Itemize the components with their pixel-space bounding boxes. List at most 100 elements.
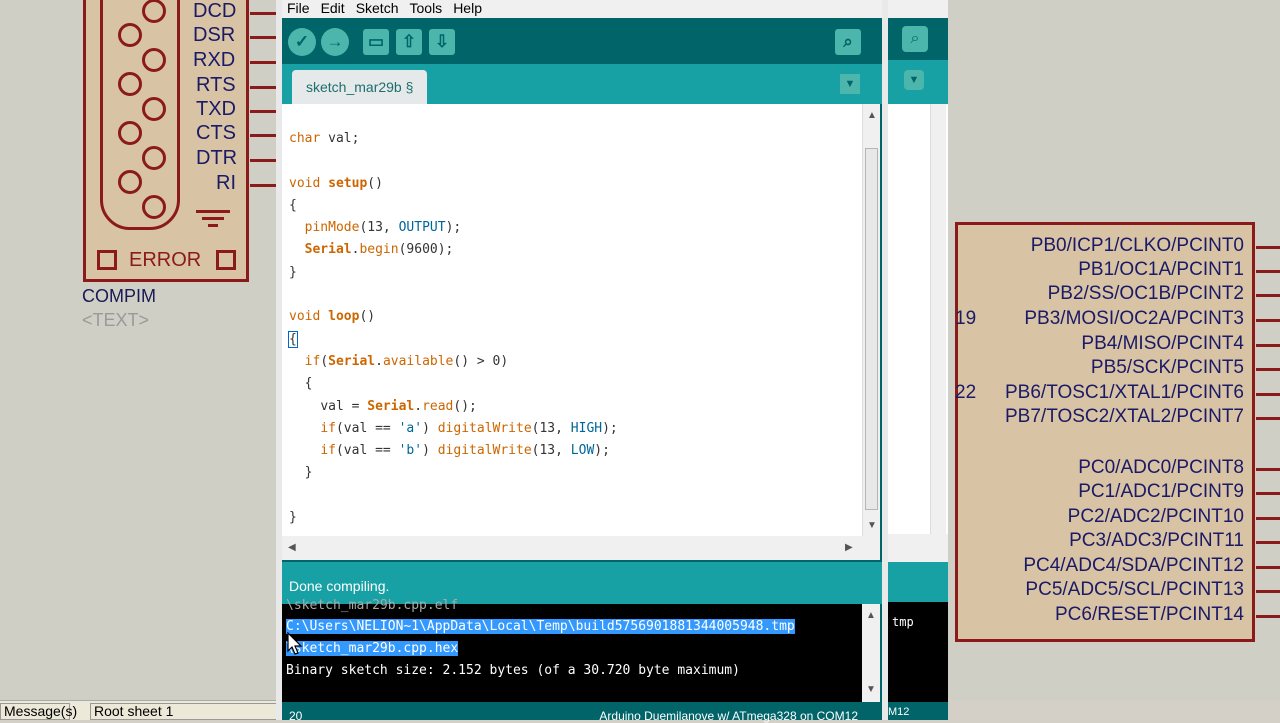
console-line: Binary sketch size: 2.152 bytes (of a 30… bbox=[286, 663, 740, 678]
scroll-left-icon[interactable]: ◀ bbox=[288, 542, 296, 553]
mcu-pin-label: PB7/TOSC2/XTAL2/PCINT7 bbox=[1005, 406, 1244, 427]
mcu-pin-label: PC3/ADC3/PCINT11 bbox=[1069, 530, 1244, 551]
scrollbar-thumb[interactable] bbox=[865, 148, 878, 510]
code-token: (13, bbox=[531, 443, 571, 459]
open-icon[interactable]: ⇧ bbox=[396, 29, 422, 55]
serial-monitor-icon[interactable]: ⌕ bbox=[835, 29, 861, 55]
signal-label: CTS bbox=[196, 122, 236, 144]
scroll-up-icon[interactable]: ▲ bbox=[867, 110, 877, 121]
code-editor[interactable]: char val; void setup() { pinMode(13, OUT… bbox=[282, 104, 862, 536]
code-token: 'b' bbox=[398, 443, 423, 459]
wire bbox=[1256, 590, 1280, 593]
component-text-placeholder: <TEXT> bbox=[82, 310, 150, 330]
code-token: Serial bbox=[304, 242, 352, 258]
save-icon[interactable]: ⇩ bbox=[429, 29, 455, 55]
code-token: pinMode bbox=[304, 220, 360, 236]
pin-circle bbox=[142, 48, 166, 72]
line-number: 20 bbox=[289, 709, 303, 723]
editor-vertical-scrollbar[interactable]: ▲ ▼ bbox=[862, 104, 880, 536]
serial-monitor-icon[interactable]: ⌕ bbox=[902, 26, 928, 52]
upload-icon[interactable]: → bbox=[321, 28, 349, 56]
background-arduino-window[interactable]: ⌕ ▼ tmp M12 bbox=[888, 0, 948, 720]
wire bbox=[1256, 517, 1280, 520]
menu-bar: File Edit Sketch Tools Help bbox=[282, 0, 882, 18]
code-token: Serial bbox=[328, 353, 376, 369]
mcu-pin-label: PB5/SCK/PCINT5 bbox=[1090, 357, 1244, 378]
menu-tools[interactable]: Tools bbox=[410, 0, 443, 16]
wire bbox=[1256, 615, 1280, 618]
scroll-down-icon[interactable]: ▼ bbox=[866, 684, 876, 695]
console-scrollbar[interactable]: ▲ ▼ bbox=[862, 604, 880, 702]
mouse-cursor-icon bbox=[287, 632, 303, 655]
console-line-selected[interactable]: \sketch_mar29b.cpp.hex bbox=[286, 641, 459, 656]
sheet-cell[interactable]: Root sheet 1 bbox=[90, 703, 280, 720]
bg-horizontal-scrollbar[interactable] bbox=[888, 534, 948, 562]
code-token: digitalWrite bbox=[437, 420, 532, 436]
code-token: setup bbox=[328, 175, 368, 191]
component-name: COMPIM bbox=[82, 286, 156, 306]
code-token: digitalWrite bbox=[437, 443, 532, 459]
messages-cell[interactable]: Message(s) bbox=[0, 703, 77, 720]
console-line: \sketch_mar29b.cpp.elf bbox=[286, 598, 459, 613]
scroll-right-icon[interactable]: ▶ bbox=[845, 542, 853, 553]
tab-sketch[interactable]: sketch_mar29b § bbox=[292, 70, 428, 104]
toolbar: ✓ → ▭ ⇧ ⇩ ⌕ bbox=[282, 18, 882, 64]
code-token: } bbox=[289, 264, 297, 280]
console-output[interactable]: \sketch_mar29b.cpp.elf C:\Users\NELION~1… bbox=[282, 598, 862, 702]
error-square-icon bbox=[97, 250, 117, 270]
pin-circle bbox=[118, 23, 142, 47]
code-token: } bbox=[289, 510, 297, 526]
code-token: available bbox=[382, 353, 454, 369]
console-line-selected[interactable]: C:\Users\NELION~1\AppData\Local\Temp\bui… bbox=[286, 619, 795, 634]
bg-console-text: tmp bbox=[892, 615, 914, 629]
code-token: (val == bbox=[335, 420, 399, 436]
tab-menu-icon[interactable]: ▼ bbox=[904, 70, 924, 90]
pin-circle bbox=[142, 195, 166, 219]
code-token: ); bbox=[594, 443, 610, 459]
new-icon[interactable]: ▭ bbox=[363, 29, 389, 55]
mcu-pin-label: PB6/TOSC1/XTAL1/PCINT6 bbox=[1005, 382, 1244, 403]
menu-sketch[interactable]: Sketch bbox=[356, 0, 399, 16]
pin-circle bbox=[142, 0, 166, 23]
code-text[interactable]: char val; void setup() { pinMode(13, OUT… bbox=[288, 128, 618, 529]
pin-circle bbox=[142, 97, 166, 121]
code-token: void bbox=[289, 175, 321, 191]
bg-toolbar: ⌕ bbox=[888, 18, 948, 60]
verify-icon[interactable]: ✓ bbox=[288, 28, 316, 56]
wire bbox=[1256, 492, 1280, 495]
code-token: (9600); bbox=[398, 242, 454, 258]
scroll-down-icon[interactable]: ▼ bbox=[867, 520, 877, 531]
code-token: () bbox=[367, 175, 383, 191]
menu-file[interactable]: File bbox=[287, 0, 310, 16]
code-token: () > 0) bbox=[453, 353, 509, 369]
code-token: } bbox=[304, 465, 313, 481]
error-square-icon bbox=[216, 250, 236, 270]
pin-number: 19 bbox=[955, 308, 977, 329]
code-token: { bbox=[289, 197, 297, 213]
mcu-pin-label: PB2/SS/OC1B/PCINT2 bbox=[1047, 283, 1244, 304]
signal-label: RXD bbox=[193, 49, 236, 71]
mcu-pin-label: PB1/OC1A/PCINT1 bbox=[1078, 259, 1244, 280]
tab-menu-icon[interactable]: ▼ bbox=[840, 74, 860, 94]
mcu-pin-label: PC2/ADC2/PCINT10 bbox=[1067, 506, 1244, 527]
code-token: { bbox=[304, 376, 313, 392]
scroll-up-icon[interactable]: ▲ bbox=[866, 610, 876, 621]
editor-horizontal-scrollbar[interactable]: ◀ ▶ bbox=[282, 536, 862, 560]
error-label: ERROR bbox=[129, 249, 202, 271]
menu-edit[interactable]: Edit bbox=[321, 0, 345, 16]
code-token: ) bbox=[422, 443, 438, 459]
wire bbox=[1256, 393, 1280, 396]
bg-vertical-scrollbar[interactable] bbox=[930, 104, 946, 534]
error-indicator: ERROR bbox=[95, 248, 240, 274]
code-token: . bbox=[414, 398, 423, 414]
wire bbox=[1256, 417, 1280, 420]
signal-label: RTS bbox=[196, 74, 236, 96]
code-token: begin bbox=[359, 242, 399, 258]
code-token: Serial bbox=[367, 398, 415, 414]
menu-help[interactable]: Help bbox=[453, 0, 482, 16]
wire bbox=[1256, 541, 1280, 544]
pin-circle bbox=[142, 146, 166, 170]
mcu-pin-label: PC1/ADC1/PCINT9 bbox=[1078, 481, 1244, 502]
arduino-ide-window[interactable]: File Edit Sketch Tools Help ✓ → ▭ ⇧ ⇩ ⌕ sket… bbox=[282, 0, 882, 723]
bg-status bbox=[888, 562, 948, 602]
